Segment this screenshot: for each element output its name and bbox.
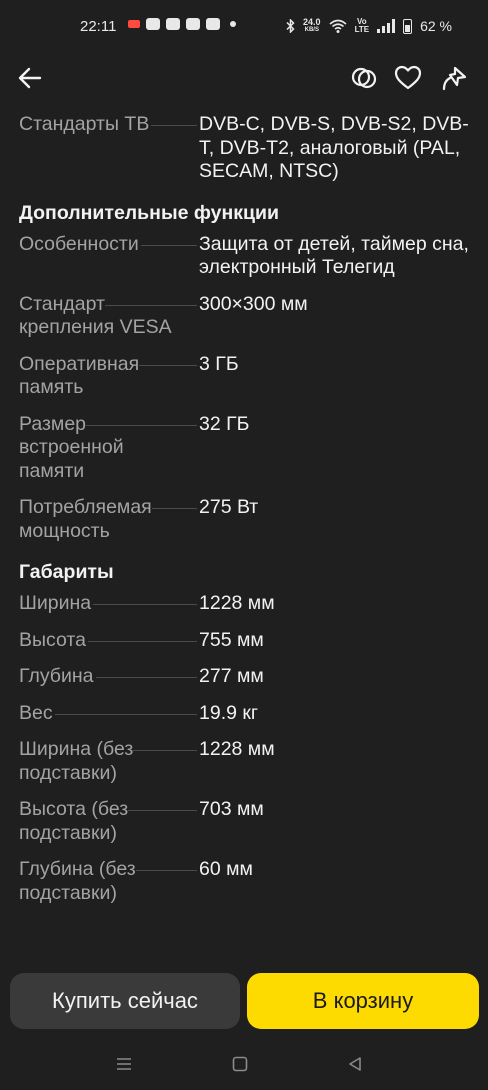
network-speed: 24.0 KB/S: [303, 17, 321, 34]
recent-apps-button[interactable]: [114, 1054, 134, 1074]
section-title-dimensions: Габариты: [19, 561, 114, 583]
spec-row: Высота 755 мм: [19, 628, 471, 653]
spec-row: Ширина 1228 мм: [19, 592, 471, 616]
spec-value: 3 ГБ: [199, 352, 239, 375]
action-bar: Купить сейчас В корзину: [0, 972, 488, 1030]
spec-value: 277 мм: [199, 665, 264, 687]
spec-label: Высота: [19, 628, 88, 651]
status-indicators: 24.0 KB/S Vo LTE 62 %: [286, 18, 452, 34]
signal-icon: [377, 19, 396, 33]
spec-row-tv-standards: Стандарты ТВ DVB-C, DVB-S, DVB-S2, DVB-T…: [19, 113, 471, 184]
spec-label: Ширина: [19, 592, 94, 614]
youtube-icon: [206, 18, 220, 30]
spec-label: Стандарты ТВ: [19, 113, 152, 135]
spec-value: 703 мм: [199, 798, 264, 820]
section-title-extra-functions: Дополнительные функции: [19, 201, 280, 224]
square-icon: [232, 1056, 248, 1072]
spec-row: Оперативная память 3 ГБ: [19, 352, 471, 400]
system-back-button[interactable]: [345, 1054, 365, 1074]
spec-value: DVB-C, DVB-S, DVB-S2, DVB-T, DVB-T2, ана…: [199, 113, 469, 182]
wifi-icon: [329, 19, 347, 33]
youtube-icon: [146, 18, 160, 30]
spec-label: Размер встроенной памяти: [19, 412, 124, 482]
menu-icon: [117, 1058, 131, 1070]
favorite-button[interactable]: [390, 60, 426, 96]
battery-percent: 62 %: [420, 18, 452, 34]
triangle-back-icon: [349, 1057, 361, 1071]
compare-icon: [351, 67, 377, 89]
share-button[interactable]: [436, 60, 472, 96]
spec-value: 755 мм: [199, 628, 264, 651]
spec-row: Глубина 277 мм: [19, 665, 471, 689]
top-navigation: [0, 56, 488, 100]
back-button[interactable]: [12, 60, 48, 96]
spec-row: Потребляемая мощность 275 Вт: [19, 496, 471, 543]
spec-label: Глубина: [19, 665, 96, 687]
spec-value: 1228 мм: [199, 592, 275, 614]
spec-row: Особенности Защита от детей, таймер сна,…: [19, 232, 471, 280]
specifications-list: Стандарты ТВ DVB-C, DVB-S, DVB-S2, DVB-T…: [19, 113, 471, 918]
home-button[interactable]: [230, 1054, 250, 1074]
add-to-cart-button[interactable]: В корзину: [247, 973, 479, 1029]
more-notifications-dot-icon: [230, 21, 236, 27]
status-bar: 22:11 24.0 KB/S Vo LTE 62 %: [0, 0, 488, 56]
spec-label: Высота (без подставки): [19, 798, 129, 844]
share-icon: [442, 66, 467, 91]
app-notification-icon: [166, 18, 180, 30]
spec-value: Защита от детей, таймер сна, электронный…: [199, 232, 469, 279]
spec-row: Высота (без подставки) 703 мм: [19, 798, 471, 845]
spec-value: 19.9 кг: [199, 701, 259, 724]
battery-icon: [403, 18, 413, 34]
spec-label: Оперативная память: [19, 352, 140, 398]
spec-row: Глубина (без подставки) 60 мм: [19, 858, 471, 905]
notification-icons: [128, 18, 236, 30]
spec-row: Ширина (без подставки) 1228 мм: [19, 738, 471, 785]
spec-value: 60 мм: [199, 858, 253, 880]
spec-value: 32 ГБ: [199, 412, 250, 435]
back-arrow-icon: [18, 67, 42, 89]
volte-indicator: Vo LTE: [354, 17, 370, 34]
bluetooth-icon: [286, 19, 295, 33]
spec-value: 275 Вт: [199, 496, 259, 518]
spec-label: Особенности: [19, 232, 141, 255]
spec-value: 1228 мм: [199, 738, 275, 760]
spec-label: Стандарт крепления VESA: [19, 292, 174, 338]
spec-value: 300×300 мм: [199, 292, 308, 315]
buy-now-button[interactable]: Купить сейчас: [10, 973, 240, 1029]
spec-label: Вес: [19, 701, 55, 724]
spec-label: Потребляемая мощность: [19, 496, 152, 542]
compare-button[interactable]: [346, 60, 382, 96]
app-notification-icon: [128, 20, 140, 28]
spec-row: Размер встроенной памяти 32 ГБ: [19, 412, 471, 484]
spec-label: Глубина (без подставки): [19, 858, 136, 904]
spec-label: Ширина (без подставки): [19, 738, 134, 784]
status-time: 22:11: [80, 18, 117, 35]
heart-icon: [394, 65, 422, 90]
system-navigation-bar: [0, 1046, 488, 1082]
spec-row: Стандарт крепления VESA 300×300 мм: [19, 292, 471, 340]
app-notification-icon: [186, 18, 200, 30]
spec-row: Вес 19.9 кг: [19, 701, 471, 726]
